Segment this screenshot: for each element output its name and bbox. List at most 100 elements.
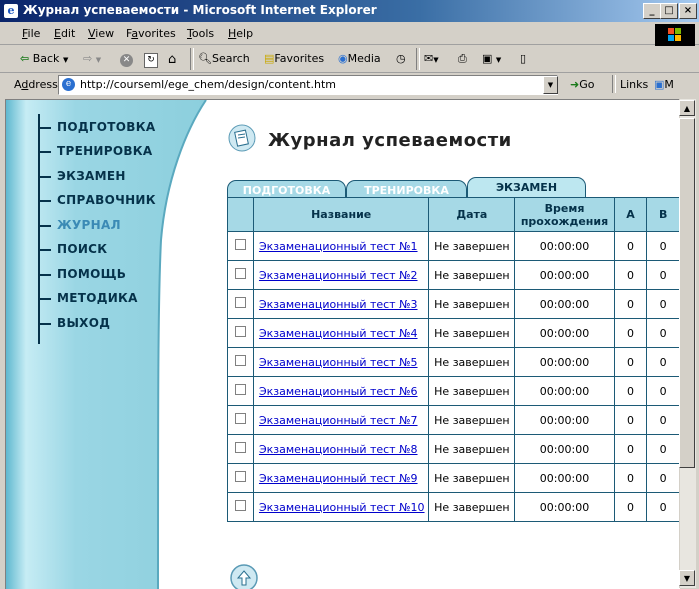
- test-link[interactable]: Экзаменационный тест №9: [259, 472, 418, 485]
- nav-item-pomoshch[interactable]: ПОМОЩЬ: [57, 267, 126, 281]
- menu-file[interactable]: File: [22, 27, 40, 40]
- forward-button[interactable]: ⇨ ▼: [83, 52, 101, 65]
- test-link[interactable]: Экзаменационный тест №5: [259, 356, 418, 369]
- mail-icon: ✉: [424, 52, 434, 65]
- table-row: Экзаменационный тест №1 Не завершен 00:00:…: [227, 231, 680, 261]
- nav-item-trenirovka[interactable]: ТРЕНИРОВКА: [57, 144, 153, 158]
- nav-tick: [39, 249, 51, 251]
- test-name-cell: Экзаменационный тест №4: [252, 318, 430, 348]
- address-url[interactable]: http://courseml/ege_chem/design/content.…: [80, 78, 336, 91]
- test-time-cell: 00:00:00: [514, 260, 615, 290]
- table-row: Экзаменационный тест №8 Не завершен 00:00:…: [227, 434, 680, 464]
- nav-item-spravochnik[interactable]: СПРАВОЧНИК: [57, 193, 156, 207]
- test-b-cell: 0: [646, 463, 680, 493]
- menu-edit[interactable]: Edit: [54, 27, 75, 40]
- discuss-button[interactable]: ▯: [520, 52, 526, 65]
- header-time: Время прохождения: [514, 197, 615, 232]
- history-button[interactable]: ◷: [396, 52, 406, 65]
- nav-item-ekzamen[interactable]: ЭКЗАМЕН: [57, 169, 126, 183]
- stop-icon: ✕: [120, 54, 133, 67]
- stop-button[interactable]: ✕: [120, 52, 133, 67]
- nav-item-poisk[interactable]: ПОИСК: [57, 242, 107, 256]
- search-icon: 🔍︎: [198, 52, 212, 65]
- nav-tick: [39, 298, 51, 300]
- minimize-button[interactable]: _: [643, 3, 661, 19]
- header-a: A: [613, 197, 648, 232]
- row-checkbox[interactable]: [234, 239, 246, 250]
- row-checkbox[interactable]: [234, 471, 246, 482]
- header-b: B: [646, 197, 680, 232]
- menu-view[interactable]: View: [88, 27, 114, 40]
- page-icon: ▣: [654, 78, 665, 91]
- search-button[interactable]: 🔍︎Search: [198, 52, 250, 65]
- table-row: Экзаменационный тест №6 Не завершен 00:00:…: [227, 376, 680, 406]
- dropdown-arrow-icon: ▼: [62, 56, 69, 64]
- nav-item-zhurnal[interactable]: ЖУРНАЛ: [57, 218, 121, 232]
- tab-ekzamen[interactable]: ЭКЗАМЕН: [467, 177, 586, 199]
- links-item[interactable]: ▣M: [654, 78, 674, 91]
- test-link[interactable]: Экзаменационный тест №10: [259, 501, 425, 514]
- scroll-thumb[interactable]: [679, 118, 695, 468]
- row-checkbox[interactable]: [234, 297, 246, 308]
- links-button[interactable]: Links: [620, 78, 648, 91]
- nav-item-vykhod[interactable]: ВЫХОД: [57, 316, 110, 330]
- mail-button[interactable]: ✉▼: [424, 52, 439, 65]
- nav-tick: [39, 151, 51, 153]
- edit-icon: ▣: [482, 52, 493, 65]
- nav-item-podgotovka[interactable]: ПОДГОТОВКА: [57, 120, 155, 134]
- test-link[interactable]: Экзаменационный тест №6: [259, 385, 418, 398]
- toolbar-separator: [416, 48, 420, 70]
- test-link[interactable]: Экзаменационный тест №3: [259, 298, 418, 311]
- row-checkbox[interactable]: [234, 413, 246, 424]
- go-button[interactable]: ➜Go: [570, 78, 594, 91]
- test-date-cell: Не завершен: [428, 405, 516, 435]
- row-checkbox[interactable]: [234, 268, 246, 279]
- test-link[interactable]: Экзаменационный тест №1: [259, 240, 418, 253]
- nav-tick: [39, 127, 51, 129]
- scroll-up-button[interactable]: ▲: [679, 100, 695, 116]
- header-date: Дата: [428, 197, 516, 232]
- menu-help[interactable]: Help: [228, 27, 253, 40]
- test-name-cell: Экзаменационный тест №6: [252, 376, 430, 406]
- row-checkbox-cell: [227, 318, 254, 348]
- test-time-cell: 00:00:00: [514, 492, 615, 522]
- row-checkbox[interactable]: [234, 326, 246, 337]
- address-dropdown-button[interactable]: ▼: [543, 76, 558, 94]
- header-name: Название: [252, 197, 430, 232]
- maximize-button[interactable]: □: [660, 3, 678, 19]
- test-link[interactable]: Экзаменационный тест №2: [259, 269, 418, 282]
- test-link[interactable]: Экзаменационный тест №8: [259, 443, 418, 456]
- test-date-cell: Не завершен: [428, 434, 516, 464]
- test-link[interactable]: Экзаменационный тест №4: [259, 327, 418, 340]
- menu-tools[interactable]: Tools: [187, 27, 214, 40]
- test-time-cell: 00:00:00: [514, 376, 615, 406]
- test-name-cell: Экзаменационный тест №8: [252, 434, 430, 464]
- back-arrow-icon: ⇦: [20, 52, 30, 65]
- dropdown-arrow-icon: ▼: [95, 56, 102, 64]
- favorites-button[interactable]: ▤Favorites: [264, 52, 324, 65]
- row-checkbox[interactable]: [234, 442, 246, 453]
- test-b-cell: 0: [646, 231, 680, 261]
- row-checkbox[interactable]: [234, 500, 246, 511]
- test-b-cell: 0: [646, 289, 680, 319]
- back-button[interactable]: ⇦ Back ▼: [20, 52, 68, 65]
- edit-button[interactable]: ▣ ▼: [482, 52, 501, 65]
- media-button[interactable]: ◉Media: [338, 52, 381, 65]
- scroll-down-button[interactable]: ▼: [679, 570, 695, 586]
- row-checkbox[interactable]: [234, 355, 246, 366]
- home-icon: ⌂: [168, 52, 177, 67]
- nav-item-metodika[interactable]: МЕТОДИКА: [57, 291, 138, 305]
- menu-favorites[interactable]: Favorites: [126, 27, 176, 40]
- go-arrow-icon: ➜: [570, 78, 580, 91]
- dropdown-arrow-icon: ▼: [495, 56, 502, 64]
- close-button[interactable]: ×: [679, 3, 697, 19]
- row-checkbox[interactable]: [234, 384, 246, 395]
- scroll-up-icon[interactable]: [229, 563, 259, 589]
- test-b-cell: 0: [646, 376, 680, 406]
- print-button[interactable]: ⎙: [458, 52, 467, 66]
- test-date-cell: Не завершен: [428, 376, 516, 406]
- home-button[interactable]: ⌂: [168, 52, 176, 67]
- test-link[interactable]: Экзаменационный тест №7: [259, 414, 418, 427]
- refresh-button[interactable]: ↻: [144, 52, 158, 68]
- test-b-cell: 0: [646, 318, 680, 348]
